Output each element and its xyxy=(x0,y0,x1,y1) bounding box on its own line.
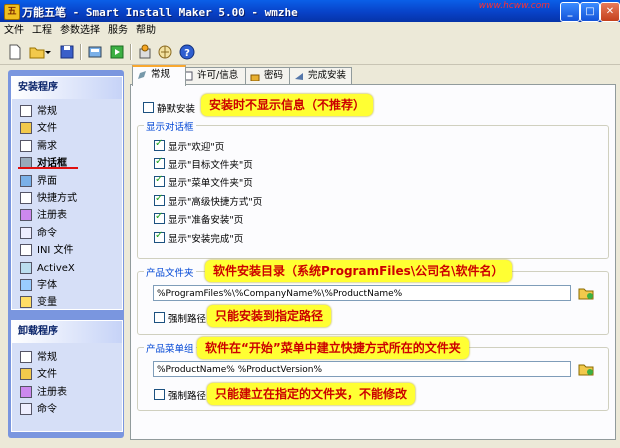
tab-content: 静默安装 安装时不显示信息（不推荐） 显示对话框 显示"欢迎"页 显示"目标文件… xyxy=(130,84,616,440)
build-icon[interactable] xyxy=(86,43,104,61)
browse-folder-icon[interactable] xyxy=(577,285,595,301)
product-folder-legend: 产品文件夹 xyxy=(144,265,196,279)
folder-icon xyxy=(20,368,32,381)
registry-icon xyxy=(20,209,32,222)
uninstall-item-general[interactable]: 常规 xyxy=(12,349,122,366)
general-icon xyxy=(20,105,32,117)
tab-password[interactable]: 密码 xyxy=(245,67,290,84)
uninstall-item-files[interactable]: 文件 xyxy=(12,366,122,383)
registry-icon xyxy=(20,385,32,398)
silent-install-label: 静默安装 xyxy=(157,104,196,115)
browse-menu-icon[interactable] xyxy=(577,361,595,377)
tab-license[interactable]: 许可/信息 xyxy=(178,67,246,84)
product-menu-force-checkbox[interactable] xyxy=(154,389,165,400)
menu-help[interactable]: 帮助 xyxy=(132,22,160,40)
window-title: 万能五笔 - Smart Install Maker 5.00 - wmzhe xyxy=(22,6,298,19)
toolbar: ? xyxy=(0,40,620,65)
svg-text:?: ? xyxy=(184,48,190,59)
minimize-button[interactable]: _ xyxy=(560,2,580,22)
product-menu-force-note: 只能建立在指定的文件夹，不能修改 xyxy=(207,383,416,405)
tab-finish[interactable]: 完成安装 xyxy=(289,67,352,84)
general-icon xyxy=(20,351,32,363)
sidebar-item-dialogs[interactable]: 对话框 xyxy=(12,155,122,172)
install-group-title: 安装程序 xyxy=(12,77,122,99)
dialogs-legend: 显示对话框 xyxy=(144,119,196,133)
watermark: www.hcww.com xyxy=(478,1,550,11)
menu-project[interactable]: 工程 xyxy=(28,22,56,40)
ini-file-icon xyxy=(20,244,32,257)
help-icon[interactable]: ? xyxy=(178,43,196,61)
tab-general[interactable]: 常规 xyxy=(132,65,186,86)
save-icon[interactable] xyxy=(58,43,76,61)
menu-service[interactable]: 服务 xyxy=(104,22,132,40)
sidebar-item-files[interactable]: 文件 xyxy=(12,120,122,137)
uninstall-item-commands[interactable]: 命令 xyxy=(12,401,122,418)
requirements-icon xyxy=(20,139,32,152)
sidebar-item-ini[interactable]: INI 文件 xyxy=(12,242,122,259)
menu-bar: 文件 工程 参数选择 服务 帮助 xyxy=(0,22,620,40)
product-menu-legend: 产品菜单组 xyxy=(144,341,196,355)
active-underline xyxy=(18,167,78,169)
finish-tab-icon xyxy=(295,73,303,80)
left-panel: 安装程序 常规 文件 需求 对话框 界面 快捷方式 注册表 命令 INI 文件 … xyxy=(8,70,124,438)
web-icon[interactable] xyxy=(156,43,174,61)
maximize-button[interactable]: □ xyxy=(580,2,600,22)
sidebar-item-requirements[interactable]: 需求 xyxy=(12,138,122,155)
sidebar-item-variables[interactable]: 变量 xyxy=(12,294,122,311)
command-icon xyxy=(20,403,32,416)
silent-install-note: 安装时不显示信息（不推荐） xyxy=(201,94,374,116)
font-icon xyxy=(20,278,32,291)
menu-file[interactable]: 文件 xyxy=(0,22,28,40)
product-menu-input[interactable]: %ProductName% %ProductVersion% xyxy=(153,361,571,377)
interface-icon xyxy=(20,174,32,187)
sidebar-item-general[interactable]: 常规 xyxy=(12,103,122,120)
lock-icon xyxy=(250,74,260,81)
show-menu-folder-checkbox[interactable] xyxy=(154,174,165,187)
close-button[interactable]: ✕ xyxy=(600,2,620,22)
variable-icon xyxy=(20,296,32,309)
show-ready-label: 显示"准备安装"页 xyxy=(168,215,244,226)
install-group: 安装程序 常规 文件 需求 对话框 界面 快捷方式 注册表 命令 INI 文件 … xyxy=(11,76,123,310)
uninstall-group: 卸载程序 常规 文件 注册表 命令 xyxy=(11,320,123,432)
title-bar[interactable]: 五 万能五笔 - Smart Install Maker 5.00 - wmzh… xyxy=(0,0,620,22)
product-menu-force-label: 强制路径 xyxy=(168,391,207,402)
new-file-icon[interactable] xyxy=(6,43,24,61)
chevron-down-icon[interactable] xyxy=(44,43,52,61)
shortcut-icon xyxy=(20,191,32,204)
silent-install-checkbox[interactable] xyxy=(143,102,154,113)
show-finish-checkbox[interactable] xyxy=(154,230,165,243)
show-target-folder-checkbox[interactable] xyxy=(154,156,165,169)
sidebar-item-commands[interactable]: 命令 xyxy=(12,225,122,242)
product-folder-force-note: 只能安装到指定路径 xyxy=(207,305,332,327)
product-folder-input[interactable]: %ProgramFiles%\%CompanyName%\%ProductNam… xyxy=(153,285,571,301)
settings-icon[interactable] xyxy=(136,43,154,61)
show-ready-checkbox[interactable] xyxy=(154,211,165,224)
show-welcome-label: 显示"欢迎"页 xyxy=(168,142,225,153)
sidebar-item-activex[interactable]: ActiveX xyxy=(12,260,122,277)
show-advanced-shortcuts-checkbox[interactable] xyxy=(154,193,165,206)
general-tab-icon xyxy=(138,71,146,79)
command-icon xyxy=(20,226,32,239)
sidebar-item-registry[interactable]: 注册表 xyxy=(12,207,122,224)
menu-preferences[interactable]: 参数选择 xyxy=(56,22,104,40)
show-welcome-checkbox[interactable] xyxy=(154,138,165,151)
product-folder-force-label: 强制路径 xyxy=(168,314,207,325)
app-icon: 五 xyxy=(4,4,20,20)
run-icon[interactable] xyxy=(108,43,126,61)
show-advanced-shortcuts-label: 显示"高级快捷方式"页 xyxy=(168,197,263,208)
sidebar-item-shortcuts[interactable]: 快捷方式 xyxy=(12,190,122,207)
folder-icon xyxy=(20,122,32,135)
sidebar-item-interface[interactable]: 界面 xyxy=(12,173,122,190)
product-folder-force-checkbox[interactable] xyxy=(154,312,165,323)
show-target-folder-label: 显示"目标文件夹"页 xyxy=(168,160,253,171)
activex-icon xyxy=(20,261,32,274)
product-menu-note: 软件在“开始”菜单中建立快捷方式所在的文件夹 xyxy=(197,337,469,359)
uninstall-item-registry[interactable]: 注册表 xyxy=(12,384,122,401)
uninstall-group-title: 卸载程序 xyxy=(12,321,122,343)
show-menu-folder-label: 显示"菜单文件夹"页 xyxy=(168,178,253,189)
product-folder-note: 软件安装目录（系统ProgramFiles\公司名\软件名） xyxy=(205,260,512,282)
show-finish-label: 显示"安装完成"页 xyxy=(168,234,244,245)
sidebar-item-fonts[interactable]: 字体 xyxy=(12,277,122,294)
